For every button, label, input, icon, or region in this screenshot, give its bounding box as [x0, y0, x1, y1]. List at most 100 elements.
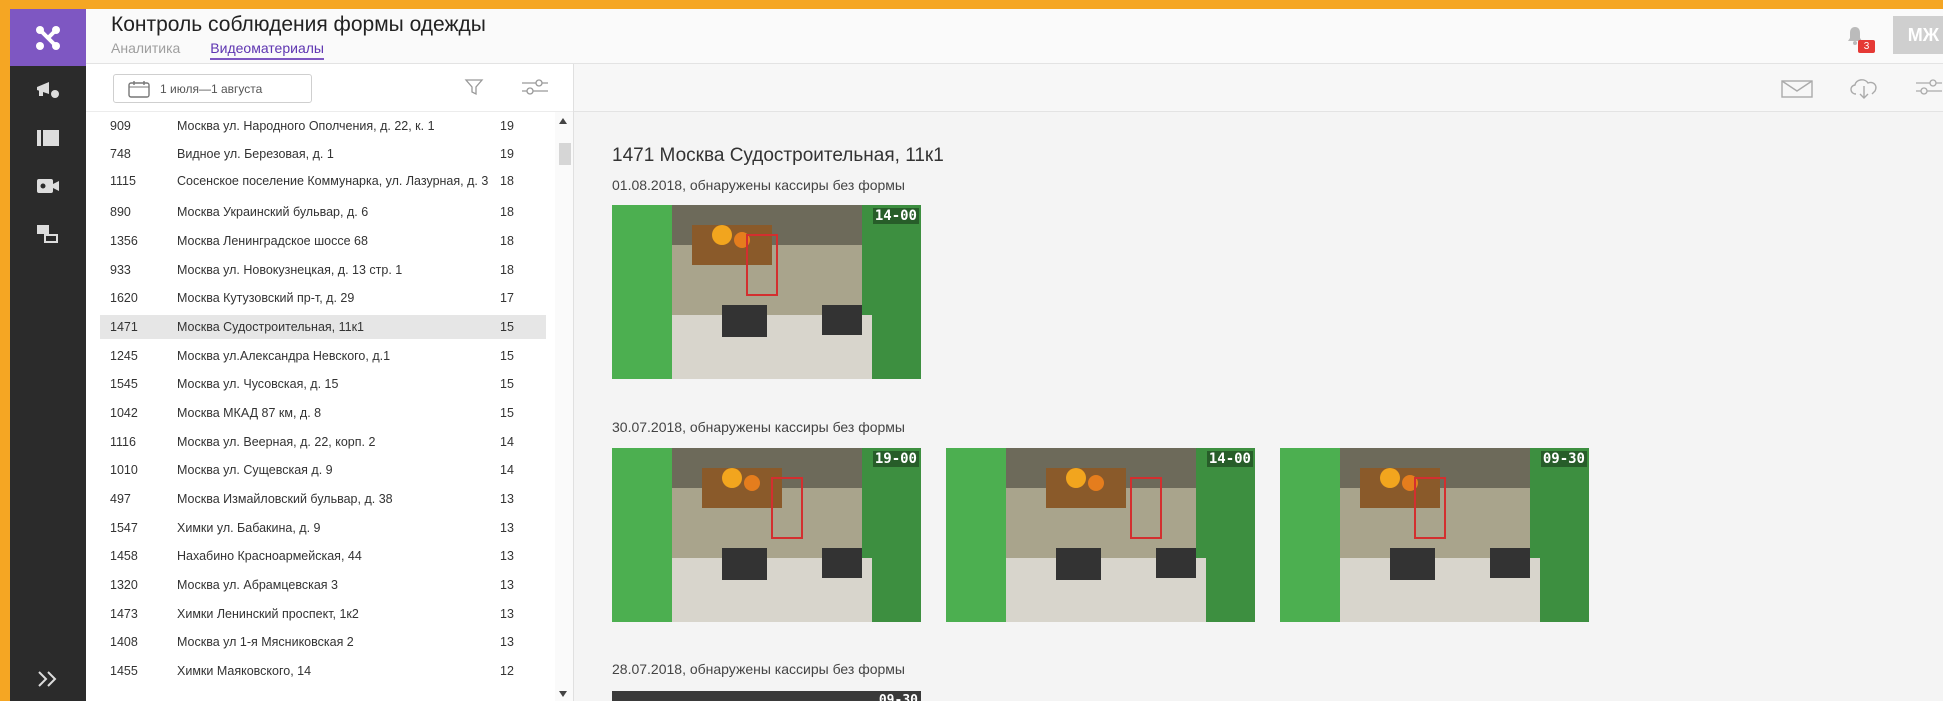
store-id: 1116	[110, 435, 136, 449]
user-avatar[interactable]: МЖ	[1893, 16, 1943, 54]
violation-count: 18	[500, 234, 514, 248]
screens-icon[interactable]	[10, 210, 86, 258]
violation-count: 17	[500, 291, 514, 305]
store-row[interactable]: 1471 Москва Судостроительная, 11к1 15	[100, 315, 546, 339]
store-row[interactable]: 1408 Москва ул 1-я Мясниковская 2 13	[100, 630, 546, 654]
store-address: Москва Судостроительная, 11к1	[177, 320, 365, 334]
store-id: 1455	[110, 664, 138, 678]
violation-count: 15	[500, 349, 514, 363]
violation-count: 15	[500, 320, 514, 334]
violation-count: 15	[500, 377, 514, 391]
store-address: Москва ул. Веерная, д. 22, корп. 2	[177, 435, 376, 449]
frame-timestamp: 14-00	[872, 208, 919, 224]
store-row[interactable]: 1545 Москва ул. Чусовская, д. 15 15	[100, 372, 546, 396]
store-address: Москва ул. Народного Ополчения, д. 22, к…	[177, 119, 435, 133]
camera-frame[interactable]: 09-30	[612, 691, 921, 701]
store-row[interactable]: 1115 Сосенское поселение Коммунарка, ул. …	[100, 169, 546, 193]
store-address: Химки Маяковского, 14	[177, 664, 312, 678]
violation-count: 13	[500, 578, 514, 592]
day-label: 28.07.2018, обнаружены кассиры без формы	[612, 661, 905, 677]
store-title: 1471 Москва Судостроительная, 11к1	[612, 145, 944, 166]
notification-badge: 3	[1858, 40, 1875, 53]
content-sliders-icon[interactable]	[1915, 78, 1943, 101]
store-row[interactable]: 1455 Химки Маяковского, 14 12	[100, 659, 546, 683]
cloud-download-icon[interactable]	[1847, 76, 1881, 105]
store-row[interactable]: 1245 Москва ул.Александра Невского, д.1 15	[100, 344, 546, 368]
page-title: Контроль соблюдения формы одежды	[111, 13, 486, 36]
date-range-button[interactable]: 1 июля—1 августа	[113, 74, 312, 103]
sliders-icon[interactable]	[521, 78, 549, 101]
store-id: 890	[110, 205, 131, 219]
double-chevron-right-icon[interactable]	[10, 657, 86, 701]
tab-bar: Аналитика Видеоматериалы	[111, 40, 324, 60]
calendar-icon	[128, 80, 150, 98]
violation-count: 18	[500, 174, 514, 188]
store-address: Москва Украинский бульвар, д. 6	[177, 205, 369, 219]
store-id: 1245	[110, 349, 138, 363]
store-row[interactable]: 1620 Москва Кутузовский пр-т, д. 29 17	[100, 286, 546, 310]
camera-frame[interactable]: 09-30	[1280, 448, 1589, 622]
store-address: Видное ул. Березовая, д. 1	[177, 147, 334, 161]
store-row[interactable]: 1458 Нахабино Красноармейская, 44 13	[100, 544, 546, 568]
store-row[interactable]: 1042 Москва МКАД 87 км, д. 8 15	[100, 401, 546, 425]
page-header: Контроль соблюдения формы одежды Аналити…	[86, 9, 1943, 64]
store-row[interactable]: 1356 Москва Ленинградское шоссе 68 18	[100, 229, 546, 253]
store-id: 1042	[110, 406, 138, 420]
filter-icon[interactable]	[464, 77, 484, 102]
list-scrollbar[interactable]	[555, 112, 573, 701]
panels-icon[interactable]	[10, 114, 86, 162]
stores-list: 909 Москва ул. Народного Ополчения, д. 22…	[86, 112, 573, 701]
store-id: 497	[110, 492, 131, 506]
camera-frame[interactable]: 14-00	[612, 205, 921, 379]
store-id: 1620	[110, 291, 138, 305]
store-row[interactable]: 890 Москва Украинский бульвар, д. 6 18	[100, 200, 546, 224]
store-row[interactable]: 748 Видное ул. Березовая, д. 1 19	[100, 142, 546, 166]
scroll-down-arrow[interactable]	[559, 691, 567, 697]
camera-snapshot	[946, 448, 1255, 622]
store-id: 1356	[110, 234, 138, 248]
store-address: Москва Ленинградское шоссе 68	[177, 234, 368, 248]
frame-timestamp: 09-30	[878, 693, 918, 701]
store-address: Сосенское поселение Коммунарка, ул. Лазу…	[177, 174, 489, 188]
camera-snapshot	[612, 448, 921, 622]
violation-count: 12	[500, 664, 514, 678]
store-row[interactable]: 1010 Москва ул. Сущевская д. 9 14	[100, 458, 546, 482]
tab-analytics[interactable]: Аналитика	[111, 40, 180, 60]
notifications-button[interactable]: 3	[1843, 23, 1875, 53]
camera-snapshot	[1280, 448, 1589, 622]
scroll-up-arrow[interactable]	[559, 118, 567, 124]
store-row[interactable]: 909 Москва ул. Народного Ополчения, д. 22…	[100, 114, 546, 138]
store-row[interactable]: 1320 Москва ул. Абрамцевская 3 13	[100, 573, 546, 597]
store-row[interactable]: 1547 Химки ул. Бабакина, д. 9 13	[100, 516, 546, 540]
camera-frame[interactable]: 19-00	[612, 448, 921, 622]
store-id: 933	[110, 263, 131, 277]
stores-toolbar: 1 июля—1 августа	[86, 64, 573, 112]
violation-count: 18	[500, 205, 514, 219]
day-label: 01.08.2018, обнаружены кассиры без формы	[612, 177, 905, 193]
mail-icon[interactable]	[1781, 79, 1813, 104]
scroll-thumb[interactable]	[559, 143, 571, 165]
video-camera-icon[interactable]	[10, 162, 86, 210]
app-window: Контроль соблюдения формы одежды Аналити…	[10, 9, 1943, 701]
video-materials-content: 1471 Москва Судостроительная, 11к1 01.08…	[574, 64, 1943, 701]
tab-video-materials[interactable]: Видеоматериалы	[210, 40, 324, 60]
logo-icon[interactable]	[10, 9, 86, 66]
store-address: Москва ул. Сущевская д. 9	[177, 463, 333, 477]
store-address: Москва Измайловский бульвар, д. 38	[177, 492, 393, 506]
violation-count: 14	[500, 463, 514, 477]
store-address: Москва ул 1-я Мясниковская 2	[177, 635, 354, 649]
violation-count: 13	[500, 635, 514, 649]
store-row[interactable]: 1473 Химки Ленинский проспект, 1к2 13	[100, 602, 546, 626]
frame-timestamp: 19-00	[872, 451, 919, 467]
violation-count: 13	[500, 521, 514, 535]
store-row[interactable]: 497 Москва Измайловский бульвар, д. 38 13	[100, 487, 546, 511]
camera-frame[interactable]: 14-00	[946, 448, 1255, 622]
content-toolbar	[574, 64, 1943, 112]
store-row[interactable]: 933 Москва ул. Новокузнецкая, д. 13 стр. …	[100, 258, 546, 282]
megaphone-icon[interactable]	[10, 66, 86, 114]
store-id: 1115	[110, 174, 136, 188]
store-row[interactable]: 1116 Москва ул. Веерная, д. 22, корп. 2 14	[100, 430, 546, 454]
store-id: 1010	[110, 463, 138, 477]
store-id: 1547	[110, 521, 138, 535]
store-address: Москва МКАД 87 км, д. 8	[177, 406, 322, 420]
